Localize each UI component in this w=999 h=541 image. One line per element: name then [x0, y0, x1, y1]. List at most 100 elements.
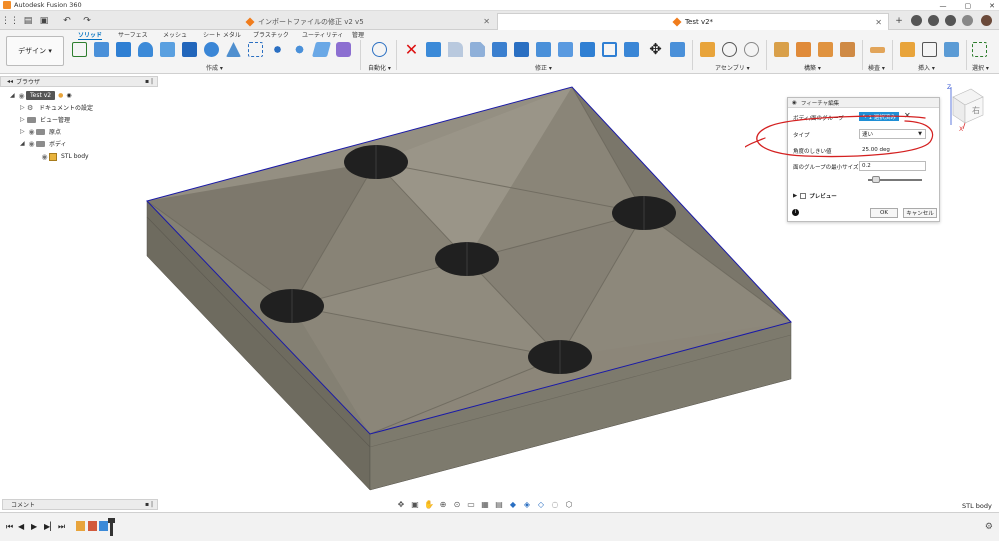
comment-panel[interactable]: コメント ▪ | — [2, 499, 158, 510]
press-pull-icon[interactable] — [426, 42, 441, 57]
job-status-icon[interactable] — [928, 15, 939, 26]
selection-button[interactable]: ↖ 1 選択済み — [859, 112, 899, 121]
angle-threshold-input[interactable]: 25.00 deg — [859, 145, 926, 155]
replace-face-icon[interactable] — [602, 42, 617, 57]
avatar[interactable] — [981, 15, 992, 26]
file-menu-icon[interactable]: ▤ — [21, 14, 35, 27]
mesh-display-icon[interactable]: ◌ — [550, 500, 560, 510]
expand-icon[interactable]: ▷ — [20, 104, 27, 111]
preview-checkbox[interactable] — [800, 193, 807, 199]
thicken-icon[interactable] — [311, 42, 332, 57]
plane-at-angle-icon[interactable] — [796, 42, 811, 57]
mirror-icon[interactable] — [292, 42, 307, 57]
box-icon[interactable] — [182, 42, 197, 57]
expand-icon[interactable]: ◢ — [10, 92, 17, 99]
cylinder-icon[interactable] — [204, 42, 219, 57]
collapse-icon[interactable]: ◂◂ — [7, 78, 13, 85]
group-create-label[interactable]: 作成 ▾ — [206, 63, 223, 72]
zoom-icon[interactable]: ⊕ — [438, 500, 448, 510]
cancel-button[interactable]: キャンセル — [903, 208, 937, 218]
expand-icon[interactable]: ◢ — [20, 140, 27, 147]
viewcube-face[interactable]: 右 — [972, 105, 980, 115]
revolve-icon[interactable] — [138, 42, 153, 57]
offset-face-icon[interactable] — [580, 42, 595, 57]
shell-icon[interactable] — [492, 42, 507, 57]
visibility-icon[interactable]: ◉ — [27, 128, 36, 136]
apps-grid-icon[interactable]: ⋮⋮ — [1, 14, 19, 27]
measure-icon[interactable] — [870, 47, 885, 53]
clear-selection-icon[interactable]: ✕ — [904, 111, 911, 120]
midplane-icon[interactable] — [840, 42, 855, 57]
hole-icon[interactable] — [160, 42, 175, 57]
split-face-icon[interactable] — [624, 42, 639, 57]
tangent-plane-icon[interactable] — [818, 42, 833, 57]
pin-icon[interactable]: ▪ | — [145, 78, 153, 85]
expand-icon[interactable]: ▷ — [20, 128, 27, 135]
group-inspect-label[interactable]: 検査 ▾ — [868, 63, 885, 72]
display-settings-icon[interactable]: ▭ — [466, 500, 476, 510]
tree-item-bodies[interactable]: ◢ ◉ ボディ — [20, 138, 67, 149]
step-forward-icon[interactable]: ▶▏ — [44, 522, 56, 531]
wireframe-icon[interactable]: ◇ — [536, 500, 546, 510]
maximize-button[interactable]: ▢ — [965, 2, 972, 10]
play-icon[interactable]: ▶ — [31, 522, 37, 531]
motion-link-icon[interactable] — [744, 42, 759, 57]
combine-icon[interactable] — [558, 42, 573, 57]
tab-mesh[interactable]: メッシュ — [163, 30, 187, 39]
draft-icon[interactable] — [514, 42, 529, 57]
facet-display-icon[interactable]: ⬡ — [564, 500, 574, 510]
offset-plane-icon[interactable] — [774, 42, 789, 57]
tab-surface[interactable]: サーフェス — [118, 30, 148, 39]
tab-solid[interactable]: ソリッド — [78, 30, 103, 40]
align-icon[interactable] — [670, 42, 685, 57]
form-icon[interactable] — [94, 42, 109, 57]
joint-icon[interactable] — [722, 42, 737, 57]
shaded-edges-icon[interactable]: ◈ — [522, 500, 532, 510]
new-component-icon[interactable] — [700, 42, 715, 57]
expand-icon[interactable]: ▷ — [20, 116, 27, 123]
tab-utilities[interactable]: ユーティリティ — [302, 30, 343, 39]
visibility-icon[interactable]: ◉ — [27, 140, 36, 148]
cone-icon[interactable] — [226, 42, 241, 57]
visibility-icon[interactable]: ◉ — [40, 153, 49, 161]
go-to-start-icon[interactable]: ⏮ — [6, 522, 13, 532]
timeline-settings-icon[interactable]: ⚙ — [985, 522, 993, 532]
viewports-icon[interactable]: ▤ — [494, 500, 504, 510]
minimize-button[interactable]: — — [940, 2, 947, 10]
boundary-fill-icon[interactable] — [336, 42, 351, 57]
move-icon[interactable]: ✥ — [648, 42, 663, 57]
pin-icon[interactable]: ▪ | — [145, 501, 153, 508]
insert-derive-icon[interactable] — [900, 42, 915, 57]
close-button[interactable]: ✕ — [989, 2, 995, 10]
viewcube[interactable]: 右 Z X — [943, 83, 991, 133]
tree-root[interactable]: ◢ ◉ Test v2 ● ◉ — [10, 90, 72, 101]
select-icon[interactable] — [972, 42, 987, 57]
ok-button[interactable]: OK — [870, 208, 898, 218]
save-icon[interactable]: ▣ — [37, 14, 51, 27]
tab-import-fix[interactable]: インポートファイルの修正 v2 v5 ✕ — [238, 13, 496, 30]
tab-plastic[interactable]: プラスチック — [253, 30, 289, 39]
fit-icon[interactable]: ⊙ — [452, 500, 462, 510]
timeline-marker[interactable] — [108, 518, 115, 536]
workspace-switcher-button[interactable]: デザイン ▾ — [6, 36, 64, 66]
look-at-icon[interactable]: ▣ — [410, 500, 420, 510]
timeline-feature-convert[interactable] — [88, 521, 97, 531]
step-back-icon[interactable]: ◀ — [18, 522, 24, 531]
undo-icon[interactable]: ↶ — [60, 14, 74, 27]
type-select[interactable]: 速い ▼ — [859, 129, 926, 139]
new-tab-icon[interactable]: + — [892, 14, 906, 27]
group-select-label[interactable]: 選択 ▾ — [972, 63, 989, 72]
extensions-icon[interactable] — [911, 15, 922, 26]
dialog-header[interactable]: ◉ フィーチャ編集 — [788, 98, 939, 108]
create-sketch-icon[interactable] — [72, 42, 87, 57]
tree-item-document-settings[interactable]: ▷ ⚙ ドキュメントの設定 — [20, 102, 93, 113]
tree-item-view-management[interactable]: ▷ ビュー管理 — [20, 114, 70, 125]
group-assemble-label[interactable]: アセンブリ ▾ — [715, 63, 750, 72]
go-to-end-icon[interactable]: ⏭ — [58, 522, 65, 532]
scale-icon[interactable] — [536, 42, 551, 57]
visibility-icon[interactable]: ◉ — [17, 92, 26, 100]
tree-item-origin[interactable]: ▷ ◉ 原点 — [20, 126, 61, 137]
tab-test-v2[interactable]: Test v2* ✕ — [497, 13, 889, 30]
help-icon[interactable] — [962, 15, 973, 26]
timeline-feature-group[interactable] — [99, 521, 108, 531]
